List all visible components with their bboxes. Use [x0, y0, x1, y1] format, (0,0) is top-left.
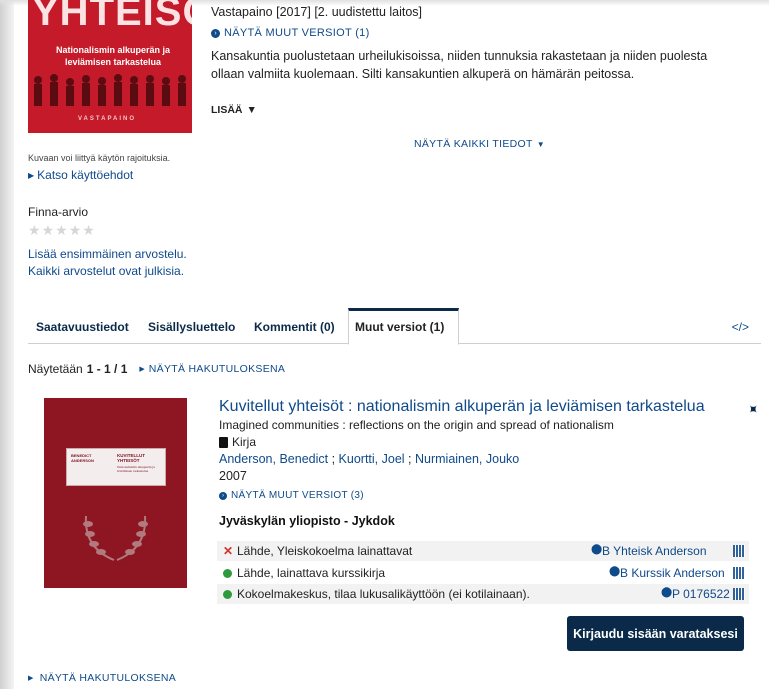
other-versions-label: NÄYTÄ MUUT VERSIOT (1) [224, 27, 370, 39]
map-pin-icon[interactable]: ⬤ [591, 544, 602, 555]
version-cover-image[interactable]: BENEDICT ANDERSON KUVITELLUT YHTEISÖT Na… [44, 398, 187, 588]
star-rating[interactable]: ★★★★★ [28, 222, 96, 239]
show-as-results-link[interactable]: NÄYTÄ HAKUTULOKSENA [149, 363, 285, 375]
holding-location: Lähde, Yleiskokoelma lainattavat [237, 544, 413, 558]
image-usage-notice: Kuvaan voi liittyä käytön rajoituksia. [28, 153, 171, 163]
holding-row: Lähde, lainattava kurssikirja ⬤ B Kurssi… [217, 563, 749, 583]
qr-code-icon[interactable] [733, 588, 745, 600]
login-to-reserve-button[interactable]: Kirjaudu sisään varataksesi [567, 616, 744, 651]
result-count: Näytetään 1 - 1 / 1 ▶ NÄYTÄ HAKUTULOKSEN… [28, 362, 285, 376]
holding-location: Lähde, lainattava kurssikirja [237, 566, 386, 580]
publication-year: 2007 [219, 469, 247, 483]
author-link[interactable]: Anderson, Benedict [219, 452, 328, 466]
result-count-prefix: Näytetään [28, 362, 83, 376]
terms-label: Katso käyttöehdot [37, 168, 134, 182]
chevron-circle-icon: › [219, 491, 227, 500]
star-icon: ★ [28, 222, 42, 238]
holding-row: Kokoelmakeskus, tilaa lukusalikäyttöön (… [217, 584, 749, 604]
add-review-link[interactable]: Lisää ensimmäinen arvostelu. [28, 247, 187, 261]
cover-title-text: YHTEISÖT [32, 0, 192, 34]
reviews-public-link[interactable]: Kaikki arvostelut ovat julkisia. [28, 264, 184, 278]
caret-right-icon: ▶ [139, 366, 145, 373]
result-count-range: 1 - 1 / 1 [86, 362, 128, 376]
qr-code-icon[interactable] [733, 567, 745, 579]
caret-right-icon: ▶ [28, 675, 34, 682]
star-icon: ★ [41, 222, 56, 238]
author-link[interactable]: Kuortti, Joel [339, 452, 405, 466]
map-pin-icon[interactable]: ⬤ [661, 587, 672, 598]
caret-down-icon: ▼ [536, 140, 545, 149]
original-title: Imagined communities : reflections on th… [219, 418, 614, 432]
qr-code-icon[interactable] [733, 545, 745, 557]
laurel-wreath-illustration [83, 515, 148, 561]
tab-other-versions[interactable]: Muut versiot (1) [348, 308, 459, 345]
star-icon: ★ [68, 222, 83, 238]
available-dot-icon [223, 569, 232, 578]
cover-subtitle-text: Nationalismin alkuperän ja leviämisen ta… [55, 45, 171, 67]
call-number-link[interactable]: B Kurssik Anderson [620, 566, 725, 580]
cover-crowd-illustration [34, 74, 186, 106]
unavailable-x-icon: ✕ [223, 544, 234, 558]
format-label: Kirja [232, 435, 257, 449]
chevron-circle-icon: › [211, 28, 220, 38]
call-number-link[interactable]: P 0176522 [672, 587, 730, 601]
star-icon: ★ [82, 222, 96, 238]
authors-row: Anderson, Benedict ; Kuortti, Joel ; Nur… [219, 452, 520, 466]
available-dot-icon [223, 590, 232, 599]
tab-other-versions-label: Muut versiot (1) [355, 320, 445, 334]
page-edge-shadow [0, 0, 14, 689]
tab-availability[interactable]: Saatavuustiedot [36, 320, 129, 334]
holding-location: Kokoelmakeskus, tilaa lukusalikäyttöön (… [237, 587, 530, 601]
rating-label: Finna-arvio [28, 205, 89, 219]
holding-row: ✕ Lähde, Yleiskokoelma lainattavat ⬤ B Y… [217, 541, 749, 561]
cover-publisher-mark: VASTAPAINO [78, 116, 137, 122]
tab-contents[interactable]: Sisällysluettelo [148, 320, 235, 334]
other-versions-link-2[interactable]: › NÄYTÄ MUUT VERSIOT (3) [219, 490, 364, 501]
show-all-label: NÄYTÄ KAIKKI TIEDOT [414, 138, 533, 150]
more-toggle[interactable]: LISÄÄ ▼ [211, 104, 257, 116]
publisher-info: Vastapaino [2017] [2. uudistettu laitos] [211, 5, 423, 19]
terms-link[interactable]: ▶ Katso käyttöehdot [28, 168, 133, 182]
show-all-details-link[interactable]: NÄYTÄ KAIKKI TIEDOT ▼ [414, 138, 545, 152]
tab-bar: Saatavuustiedot Sisällysluettelo Komment… [28, 308, 761, 345]
library-name: Jyväskylän yliopisto - Jykdok [219, 514, 395, 528]
format-row: Kirja [219, 435, 256, 449]
footer-show-results-label: NÄYTÄ HAKUTULOKSENA [39, 672, 177, 684]
author-link[interactable]: Nurmiainen, Jouko [415, 452, 519, 466]
footer-show-results[interactable]: ▶ NÄYTÄ HAKUTULOKSENA [28, 672, 176, 684]
more-label: LISÄÄ [211, 104, 243, 116]
other-versions-label-2: NÄYTÄ MUUT VERSIOT (3) [231, 490, 364, 501]
book-cover-image[interactable]: YHTEISÖT Nationalismin alkuperän ja levi… [28, 0, 192, 133]
tab-comments[interactable]: Kommentit (0) [254, 320, 335, 334]
book-icon [219, 436, 228, 448]
call-number-link[interactable]: B Yhteisk Anderson [602, 544, 707, 558]
star-icon: ★ [55, 222, 69, 238]
version-title-link[interactable]: Kuvitellut yhteisöt : nationalismin alku… [219, 398, 705, 416]
embed-code-icon[interactable]: </> [732, 320, 749, 334]
caret-down-icon: ▼ [246, 104, 257, 116]
record-description: Kansakuntia puolustetaan urheilukisoissa… [211, 49, 708, 81]
map-pin-icon[interactable]: ⬤ [609, 566, 620, 577]
caret-right-icon: ▶ [28, 170, 35, 180]
pin-icon[interactable]: ✦ [743, 399, 763, 419]
other-versions-link[interactable]: › NÄYTÄ MUUT VERSIOT (1) [211, 27, 370, 39]
